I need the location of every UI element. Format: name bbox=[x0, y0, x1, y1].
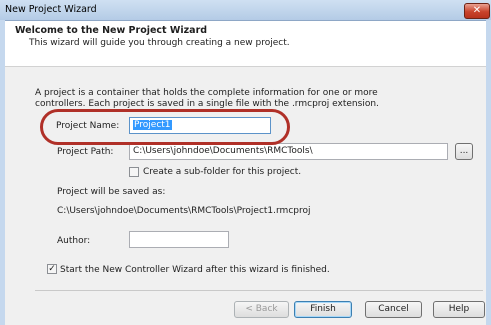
window-frame-right bbox=[486, 20, 491, 325]
author-label: Author: bbox=[57, 236, 91, 246]
checkmark-icon: ✓ bbox=[48, 264, 56, 274]
finish-button[interactable]: Finish bbox=[294, 301, 352, 318]
annotation-highlight-ellipse bbox=[40, 109, 290, 145]
saved-as-path: C:\Users\johndoe\Documents\RMCTools\Proj… bbox=[57, 206, 311, 216]
cancel-button[interactable]: Cancel bbox=[365, 301, 422, 318]
project-path-label: Project Path: bbox=[57, 147, 114, 157]
close-button[interactable]: ✕ bbox=[464, 3, 490, 19]
help-button[interactable]: Help bbox=[433, 301, 485, 318]
window-title: New Project Wizard bbox=[5, 4, 97, 15]
cancel-label: Cancel bbox=[378, 304, 409, 314]
start-wizard-checkbox[interactable]: ✓ bbox=[47, 264, 57, 274]
description-text: A project is a container that holds the … bbox=[35, 88, 455, 110]
button-divider bbox=[35, 290, 483, 291]
browse-button[interactable]: ... bbox=[455, 143, 473, 160]
project-path-input[interactable]: C:\Users\johndoe\Documents\RMCTools\ bbox=[129, 143, 448, 160]
back-label: < Back bbox=[245, 304, 278, 314]
start-wizard-label: Start the New Controller Wizard after th… bbox=[60, 265, 330, 275]
subfolder-label: Create a sub-folder for this project. bbox=[143, 167, 302, 177]
subfolder-checkbox[interactable] bbox=[129, 167, 139, 177]
close-icon: ✕ bbox=[472, 5, 482, 16]
browse-label: ... bbox=[459, 146, 469, 156]
author-input[interactable] bbox=[129, 231, 229, 248]
description-line-1: A project is a container that holds the … bbox=[35, 88, 378, 98]
wizard-title: Welcome to the New Project Wizard bbox=[15, 25, 208, 36]
wizard-subtitle: This wizard will guide you through creat… bbox=[29, 38, 290, 48]
project-path-value: C:\Users\johndoe\Documents\RMCTools\ bbox=[133, 146, 313, 156]
help-label: Help bbox=[448, 304, 470, 314]
saved-as-label: Project will be saved as: bbox=[57, 187, 166, 197]
back-button[interactable]: < Back bbox=[234, 301, 289, 318]
finish-label: Finish bbox=[310, 304, 336, 314]
